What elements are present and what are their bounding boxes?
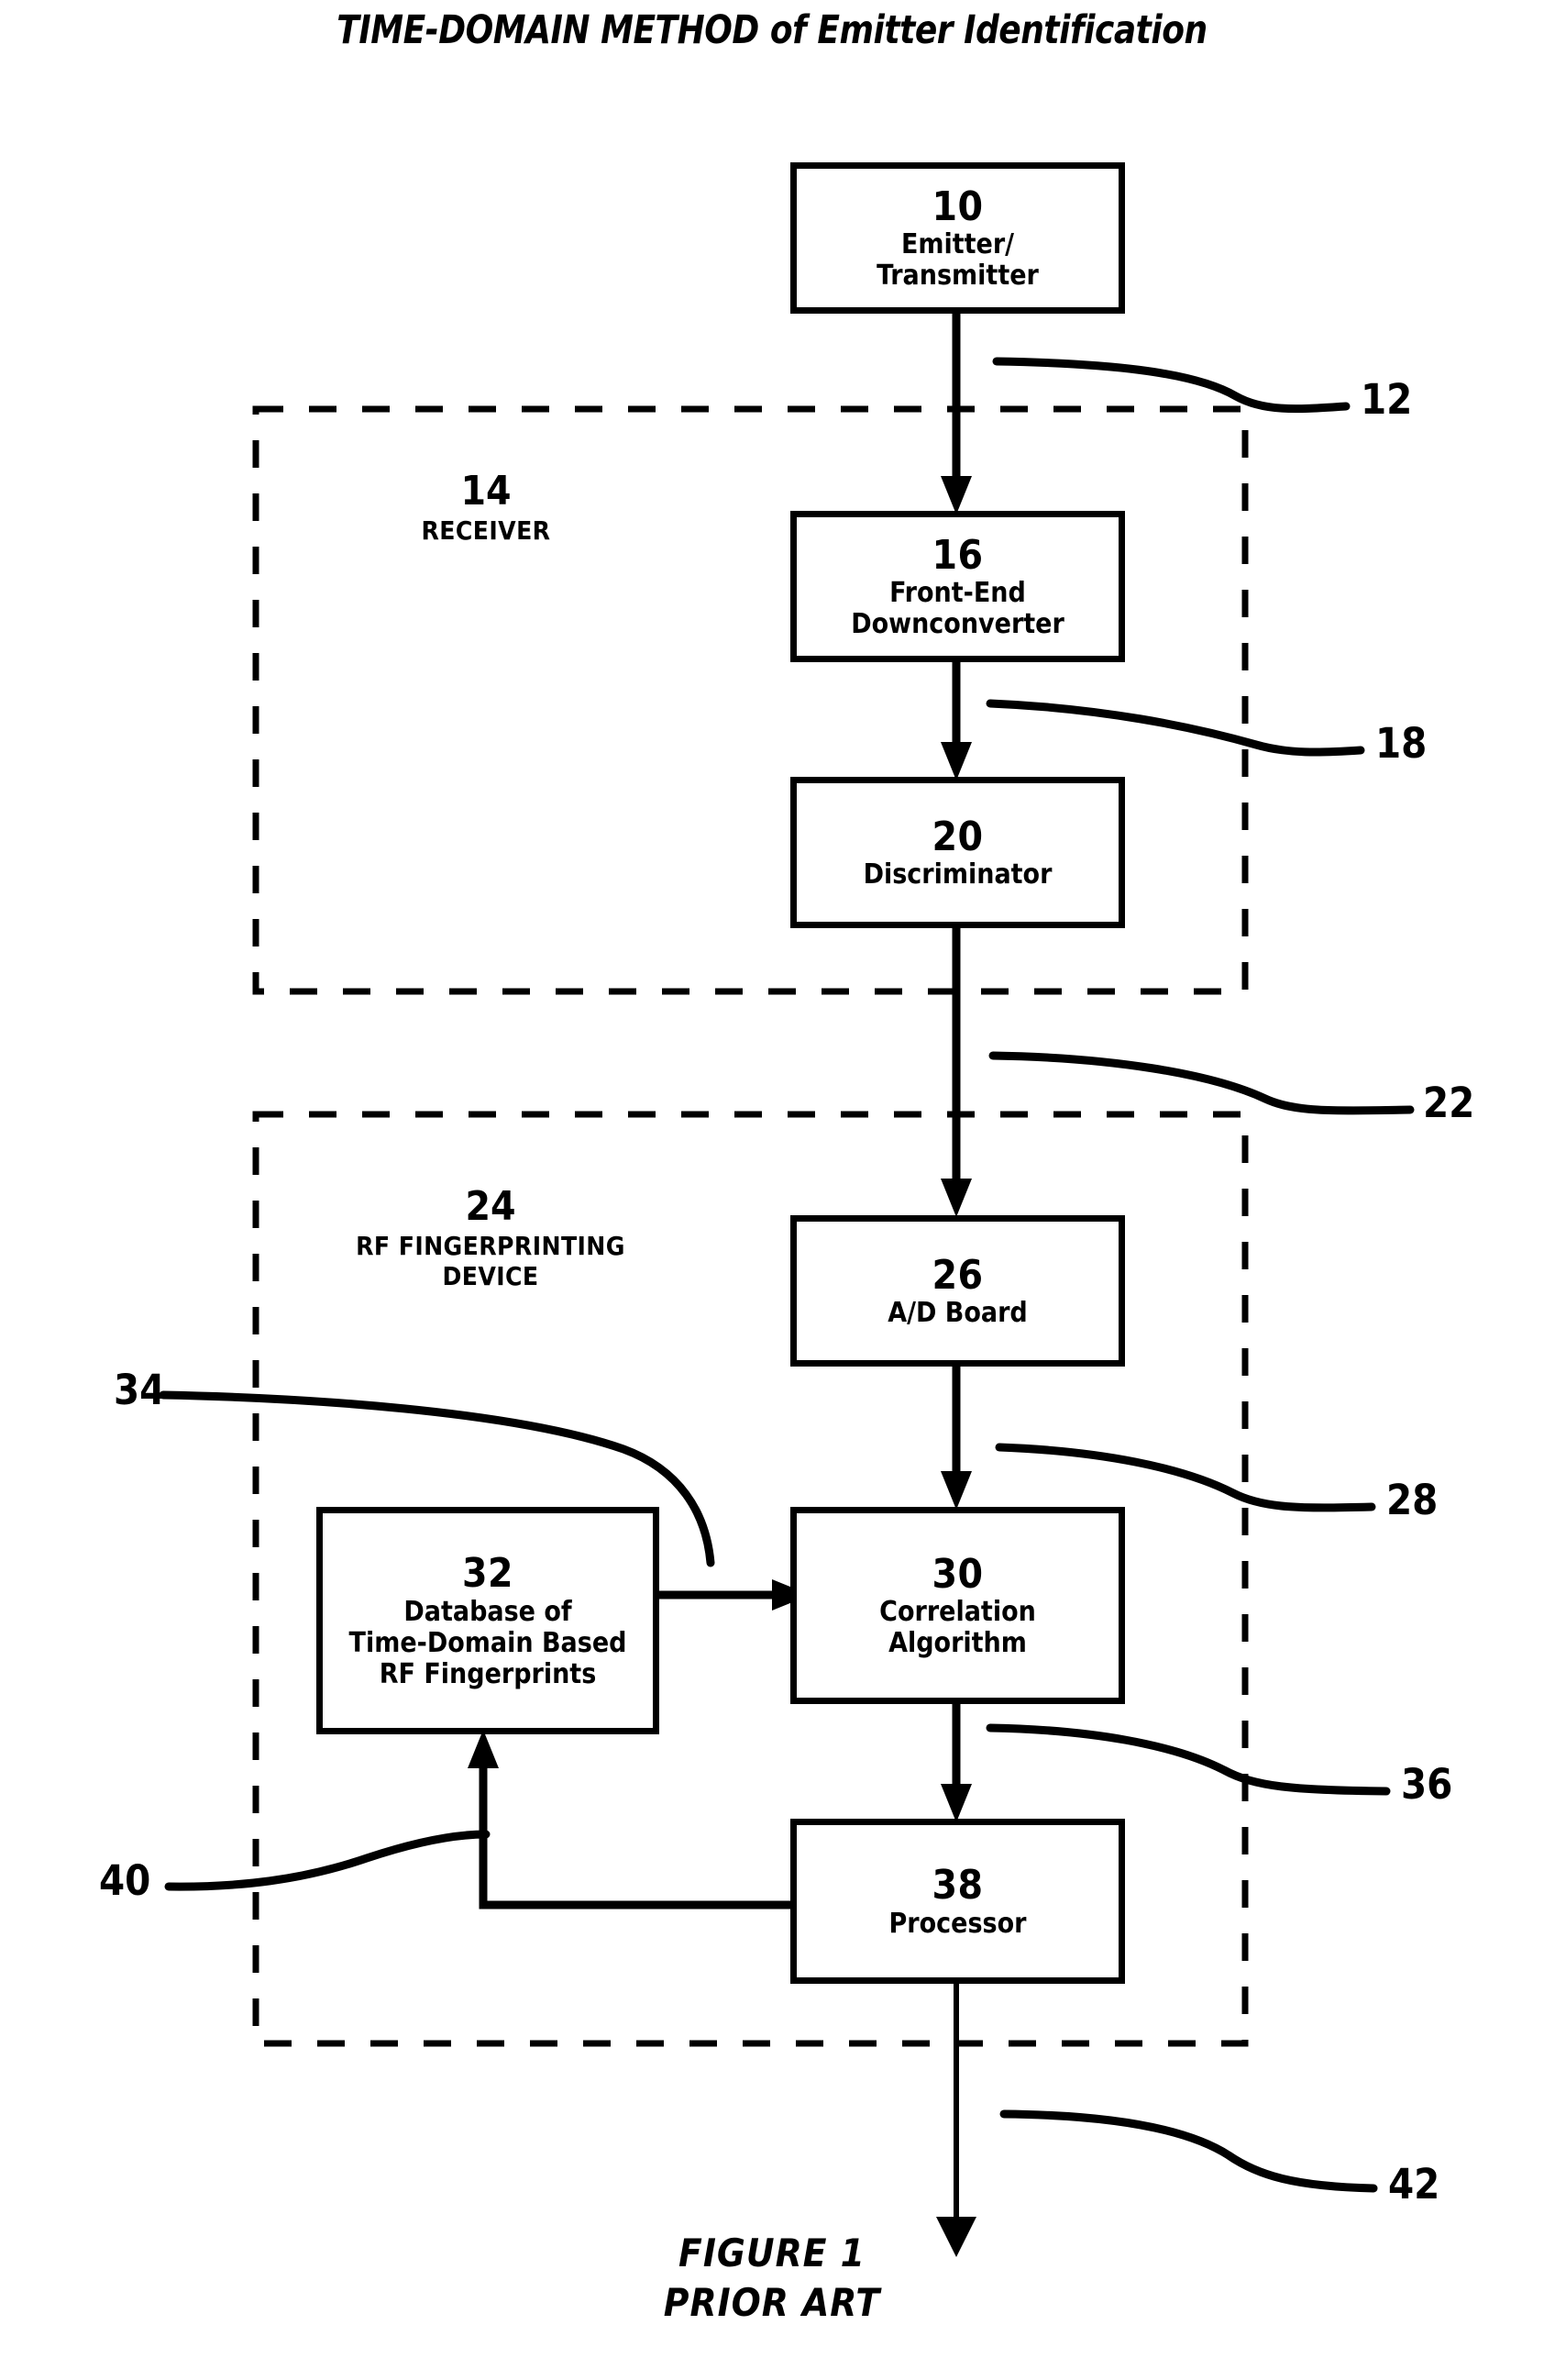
box-number: 38: [932, 1862, 984, 1910]
process-box-ad-board[interactable]: 26 A/D Board: [790, 1215, 1125, 1367]
page-title: TIME-DOMAIN METHOD of Emitter Identifica…: [336, 7, 1208, 53]
leader-22: [988, 1051, 1415, 1115]
group-label-line1: RECEIVER: [421, 515, 551, 546]
box-number: 20: [932, 813, 984, 860]
box-label-line1: Correlation: [879, 1596, 1036, 1629]
group-label-line1: RF FINGERPRINTING: [356, 1230, 625, 1261]
ref-label-12: 12: [1361, 375, 1413, 424]
box-label-line2: Time-Domain Based: [348, 1626, 627, 1659]
ref-label-42: 42: [1388, 2160, 1440, 2208]
leader-28: [995, 1443, 1376, 1512]
leader-40: [164, 1830, 491, 1891]
box-number: 32: [461, 1550, 514, 1598]
box-label-line1: Database of: [403, 1596, 572, 1629]
group-number: 14: [460, 468, 512, 515]
figure-caption-line1: FIGURE 1: [678, 2231, 866, 2275]
process-box-correlation[interactable]: 30 Correlation Algorithm: [790, 1507, 1125, 1704]
group-label-receiver: 14 RECEIVER: [358, 468, 614, 546]
leader-36: [986, 1723, 1391, 1796]
box-label-line2: Transmitter: [877, 260, 1039, 293]
figure-caption-line2: PRIOR ART: [663, 2279, 881, 2325]
flow-38-to-32-feedback: [468, 1730, 793, 1910]
box-label-line1: Discriminator: [863, 858, 1053, 891]
box-label-line2: Downconverter: [851, 608, 1064, 641]
box-number: 16: [932, 531, 984, 579]
ref-label-18: 18: [1375, 719, 1428, 768]
box-number: 26: [932, 1251, 984, 1299]
ref-label-22: 22: [1423, 1079, 1475, 1127]
figure-canvas: TIME-DOMAIN METHOD of Emitter Identifica…: [0, 0, 1544, 2380]
process-box-emitter[interactable]: 10 Emitter/ Transmitter: [790, 162, 1125, 314]
ref-label-40: 40: [99, 1856, 151, 1905]
leader-12: [992, 357, 1351, 414]
box-label-line1: Emitter/: [900, 228, 1015, 261]
group-number: 24: [465, 1183, 516, 1230]
process-box-database[interactable]: 32 Database of Time-Domain Based RF Fing…: [316, 1507, 659, 1734]
box-number: 10: [932, 183, 984, 230]
ref-label-36: 36: [1401, 1760, 1453, 1809]
figure-caption: FIGURE 1 PRIOR ART: [0, 2229, 1544, 2328]
ref-label-34: 34: [114, 1366, 166, 1414]
box-label-line1: Front-End: [889, 577, 1026, 610]
box-label-line3: RF Fingerprints: [379, 1657, 597, 1690]
group-label-rf-fingerprinting: 24 RF FINGERPRINTING DEVICE: [325, 1183, 656, 1291]
box-label-line1: A/D Board: [888, 1297, 1028, 1330]
leader-42: [999, 2109, 1378, 2193]
group-label-line2: DEVICE: [442, 1260, 539, 1291]
process-box-processor[interactable]: 38 Processor: [790, 1819, 1125, 1984]
box-label-line2: Algorithm: [888, 1627, 1027, 1660]
connector-layer: [159, 314, 1415, 2257]
box-label-line1: Processor: [888, 1907, 1027, 1940]
leader-18: [986, 699, 1365, 757]
box-number: 30: [932, 1550, 984, 1598]
process-box-downconverter[interactable]: 16 Front-End Downconverter: [790, 511, 1125, 662]
process-box-discriminator[interactable]: 20 Discriminator: [790, 777, 1125, 928]
ref-label-28: 28: [1386, 1476, 1439, 1524]
